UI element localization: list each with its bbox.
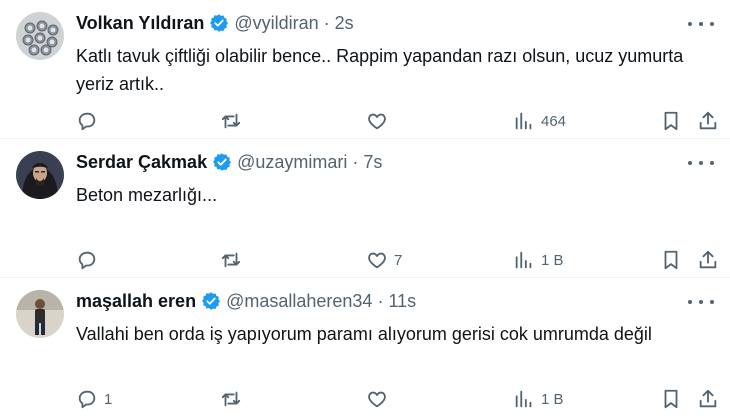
author-name[interactable]: Volkan Yıldıran	[76, 13, 204, 34]
reply-icon	[78, 390, 96, 409]
author-name[interactable]: Serdar Çakmak	[76, 152, 207, 173]
bookmark-button[interactable]	[660, 249, 682, 271]
timestamp[interactable]: 2s	[335, 13, 354, 34]
tweet-text: Vallahi ben orda iş yapıyorum paramı alı…	[76, 324, 652, 344]
views-button[interactable]: 464	[513, 110, 566, 132]
reply-button[interactable]	[76, 110, 104, 132]
retweet-icon	[221, 391, 241, 407]
tweet-header: Serdar Çakmak @uzaymimari · 7s	[76, 149, 716, 175]
tweet-actions: 1 1 B	[76, 388, 719, 416]
retweet-icon	[221, 113, 241, 129]
reply-button[interactable]	[76, 249, 104, 271]
share-button[interactable]	[697, 388, 719, 410]
like-button[interactable]	[366, 388, 394, 410]
tweet-feed: Volkan Yıldıran @vyildiran · 2s Katlı ta…	[0, 0, 730, 420]
retweet-button[interactable]	[220, 249, 248, 271]
reply-button[interactable]: 1	[76, 388, 112, 410]
like-icon	[368, 113, 386, 130]
timestamp[interactable]: 11s	[388, 291, 416, 312]
more-icon[interactable]	[688, 16, 714, 32]
like-button[interactable]: 7	[366, 249, 402, 271]
views-icon	[515, 390, 532, 408]
verified-badge-icon	[202, 292, 221, 310]
tweet-actions: 464	[76, 110, 719, 138]
share-button[interactable]	[697, 110, 719, 132]
tweet-1[interactable]: Volkan Yıldıran @vyildiran · 2s Katlı ta…	[0, 0, 730, 139]
author-name[interactable]: maşallah eren	[76, 291, 196, 312]
avatar[interactable]	[16, 151, 64, 199]
retweet-button[interactable]	[220, 388, 248, 410]
tweet-actions: 7 1 B	[76, 249, 719, 277]
tweet-2[interactable]: Serdar Çakmak @uzaymimari · 7s Beton mez…	[0, 139, 730, 278]
retweet-icon	[221, 252, 241, 268]
avatar[interactable]	[16, 12, 64, 60]
tweet-text: Beton mezarlığı...	[76, 185, 218, 205]
separator-dot: ·	[352, 151, 359, 172]
view-count: 1 B	[541, 390, 564, 408]
separator-dot: ·	[377, 290, 384, 311]
separator-dot: ·	[323, 12, 330, 33]
views-button[interactable]: 1 B	[513, 388, 564, 410]
more-icon[interactable]	[688, 294, 714, 310]
bookmark-button[interactable]	[660, 110, 682, 132]
like-count: 7	[394, 251, 403, 269]
like-button[interactable]	[366, 110, 394, 132]
bookmark-button[interactable]	[660, 388, 682, 410]
author-handle[interactable]: @uzaymimari	[237, 152, 347, 173]
tweet-text: Katlı tavuk çiftliği olabilir bence.. Ra…	[76, 46, 684, 94]
share-icon	[699, 389, 717, 408]
verified-badge-icon	[213, 153, 232, 171]
bookmark-icon	[664, 389, 678, 409]
bookmark-icon	[664, 111, 678, 131]
tweet-3[interactable]: maşallah eren @masallaheren34 · 11s Vall…	[0, 278, 730, 420]
view-count: 464	[541, 112, 567, 130]
tweet-header: maşallah eren @masallaheren34 · 11s	[76, 288, 716, 314]
timestamp[interactable]: 7s	[363, 152, 382, 173]
author-handle[interactable]: @vyildiran	[234, 13, 318, 34]
views-icon	[515, 112, 532, 130]
bookmark-icon	[664, 250, 678, 270]
tweet-header: Volkan Yıldıran @vyildiran · 2s	[76, 10, 716, 36]
reply-icon	[78, 251, 96, 270]
verified-badge-icon	[210, 14, 229, 32]
share-icon	[699, 250, 717, 269]
views-button[interactable]: 1 B	[513, 249, 564, 271]
retweet-button[interactable]	[220, 110, 248, 132]
author-handle[interactable]: @masallaheren34	[226, 291, 372, 312]
views-icon	[515, 251, 532, 269]
share-button[interactable]	[697, 249, 719, 271]
more-icon[interactable]	[688, 155, 714, 171]
avatar[interactable]	[16, 290, 64, 338]
like-icon	[368, 252, 386, 269]
reply-count: 1	[104, 390, 113, 408]
view-count: 1 B	[541, 251, 564, 269]
like-icon	[368, 391, 386, 408]
share-icon	[699, 111, 717, 130]
reply-icon	[78, 112, 96, 131]
